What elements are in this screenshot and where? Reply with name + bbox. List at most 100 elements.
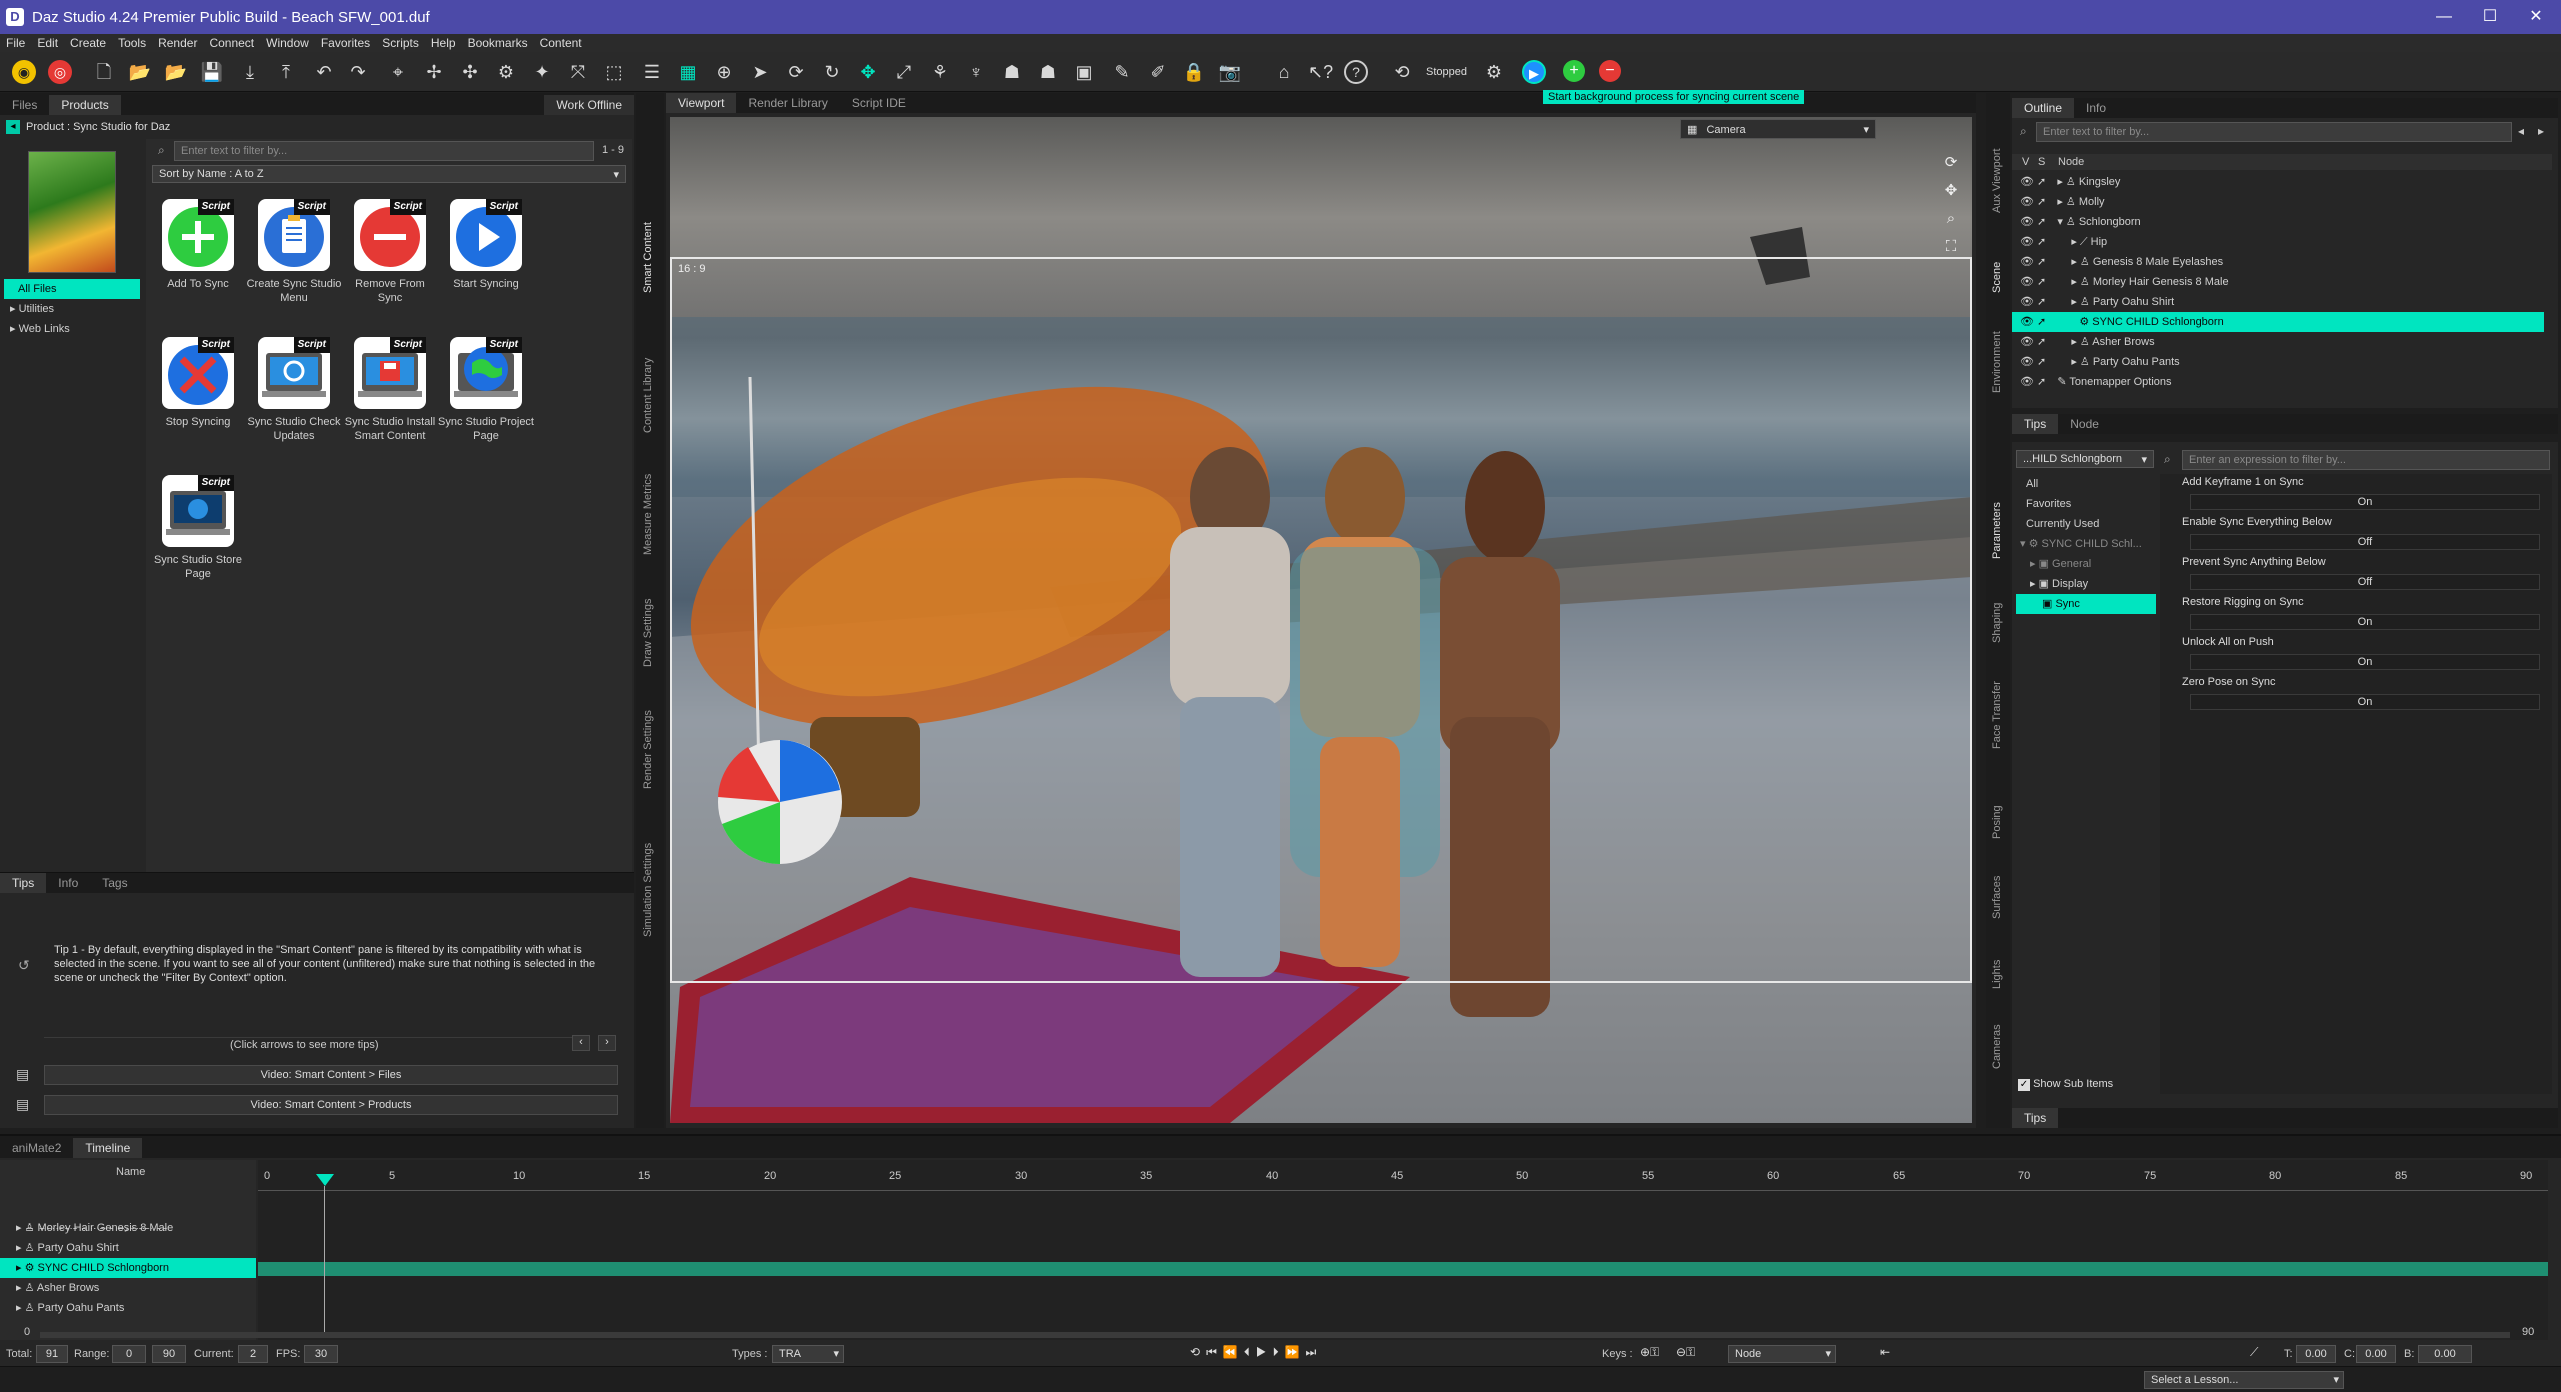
tab-tips[interactable]: Tips [0, 873, 47, 893]
daz-render-icon[interactable]: ◎ [48, 60, 72, 84]
menu-bookmarks[interactable]: Bookmarks [462, 36, 534, 50]
sync-settings-icon[interactable]: ⚙ [1482, 60, 1506, 84]
script-create-menu[interactable]: Script Create Sync Studio Menu [246, 199, 342, 305]
param-cat-display[interactable]: ▸ ▣ Display [2016, 574, 2156, 594]
outline-row[interactable]: 👁 ➚ ▸ ♙ Kingsley [2012, 172, 2544, 192]
menu-file[interactable]: File [0, 36, 31, 50]
work-offline-button[interactable]: Work Offline [544, 95, 634, 115]
add-to-sync-button[interactable]: + [1563, 60, 1585, 82]
eye-icon[interactable]: 👁 [2020, 236, 2034, 248]
side-tab-smart-content[interactable]: Smart Content [642, 133, 654, 293]
selected-track[interactable] [258, 1262, 2548, 1276]
pointer-tool-icon[interactable]: ➤ [748, 60, 772, 84]
render-settings-icon[interactable]: ▣ [1072, 60, 1096, 84]
home-icon[interactable]: ⌂ [1272, 60, 1296, 84]
group-tool-icon[interactable]: ☗ [1036, 60, 1060, 84]
next-key-icon[interactable]: ⏵ [1273, 1345, 1285, 1359]
pin-tool-icon[interactable]: ✣ [458, 60, 482, 84]
pointer-icon[interactable]: ➚ [2037, 236, 2046, 248]
maximize-button[interactable]: ☐ [2467, 0, 2513, 34]
new-scene-icon[interactable]: 🗋 [92, 60, 116, 84]
category-all-files[interactable]: All Files [4, 279, 140, 299]
param-cat-sync[interactable]: ▣ Sync [2016, 594, 2156, 614]
tab-viewport[interactable]: Viewport [666, 93, 737, 113]
side-tab-face-transfer[interactable]: Face Transfer [1991, 659, 2003, 749]
redo-icon[interactable]: ↷ [346, 60, 370, 84]
side-tab-simulation-settings[interactable]: Simulation Settings [642, 817, 654, 937]
outline-row[interactable]: 👁 ➚ ▸ ♙ Party Oahu Shirt [2012, 292, 2544, 312]
side-tab-aux-viewport[interactable]: Aux Viewport [1991, 133, 2003, 213]
show-sub-items[interactable]: ✓ Show Sub Items [2018, 1078, 2113, 1091]
outline-row[interactable]: 👁 ➚ ▾ ♙ Schlongborn [2012, 212, 2544, 232]
menu-help[interactable]: Help [425, 36, 462, 50]
tab-outline-node[interactable]: Node [2058, 414, 2111, 434]
tab-tags[interactable]: Tags [90, 873, 139, 893]
tab-outline-info[interactable]: Info [2074, 98, 2118, 118]
param-toggle[interactable]: On [2190, 494, 2540, 510]
param-unlock-all[interactable]: Unlock All on Push On [2160, 634, 2552, 674]
outline-row[interactable]: 👁 ➚ ▸ ⟋ Hip [2012, 232, 2544, 252]
collapse-icon[interactable]: ▾ [2057, 216, 2063, 228]
side-tab-content-library[interactable]: Content Library [642, 333, 654, 433]
script-remove-from-sync[interactable]: Script Remove From Sync [342, 199, 438, 305]
menu-favorites[interactable]: Favorites [315, 36, 376, 50]
tab-script-ide[interactable]: Script IDE [840, 93, 918, 113]
fps-field[interactable]: 30 [304, 1345, 338, 1363]
eye-icon[interactable]: 👁 [2020, 316, 2034, 328]
next-tip-button[interactable]: › [598, 1035, 616, 1051]
param-filter-input[interactable]: Enter an expression to filter by... [2182, 450, 2550, 470]
arrow-right-icon[interactable]: ▸ [2538, 124, 2544, 138]
step-forward-icon[interactable]: ⏩ [1285, 1345, 1306, 1359]
camera-render-icon[interactable]: 📷 [1218, 60, 1242, 84]
whats-this-icon[interactable]: ↖? [1308, 60, 1333, 84]
outline-row[interactable]: 👁 ➚ ▸ ♙ Asher Brows [2012, 332, 2544, 352]
param-restore-rigging[interactable]: Restore Rigging on Sync On [2160, 594, 2552, 634]
joint-editor-icon[interactable]: ⚙ [494, 60, 518, 84]
paint-tool-icon[interactable]: ✐ [1146, 60, 1170, 84]
video-products-button[interactable]: Video: Smart Content > Products [44, 1095, 618, 1115]
tab-files[interactable]: Files [0, 95, 49, 115]
expand-icon[interactable]: ▸ [2057, 196, 2063, 208]
param-cat-currently-used[interactable]: Currently Used [2016, 514, 2156, 534]
outline-row[interactable]: 👁 ➚ ✎ Tonemapper Options [2012, 372, 2544, 392]
list-tool-icon[interactable]: ☰ [640, 60, 664, 84]
side-tab-draw-settings[interactable]: Draw Settings [642, 577, 654, 667]
outline-row[interactable]: 👁 ➚ ▸ ♙ Party Oahu Pants [2012, 352, 2544, 372]
sort-dropdown[interactable]: Sort by Name : A to Z ▾ [152, 165, 626, 183]
lock-tool-icon[interactable]: 🔒 [1182, 60, 1206, 84]
expand-icon[interactable]: ▸ [2071, 276, 2077, 288]
playback-controls[interactable]: ⟲⏮⏪⏴▶⏵⏩⏭ [1190, 1345, 1370, 1363]
bias-field[interactable]: 0.00 [2418, 1345, 2472, 1363]
back-arrow-icon[interactable]: ◂ [6, 120, 20, 134]
tab-animate2[interactable]: aniMate2 [0, 1138, 73, 1158]
param-zero-pose[interactable]: Zero Pose on Sync On [2160, 674, 2552, 714]
tab-outline[interactable]: Outline [2012, 98, 2075, 118]
timeline-scrollbar[interactable] [40, 1332, 2510, 1338]
transform-tool-icon[interactable]: ⤧ [566, 60, 590, 84]
side-tab-posing[interactable]: Posing [1991, 769, 2003, 839]
eye-icon[interactable]: 👁 [2020, 356, 2034, 368]
menu-edit[interactable]: Edit [31, 36, 64, 50]
tab-render-library[interactable]: Render Library [736, 93, 839, 113]
orbit-icon[interactable]: ⟳ [1938, 149, 1964, 177]
timeline-row[interactable]: ▸ ♙ Party Oahu Pants [16, 1298, 256, 1318]
pointer-icon[interactable]: ➚ [2037, 376, 2046, 388]
param-prevent-sync[interactable]: Prevent Sync Anything Below Off [2160, 554, 2552, 594]
tab-info[interactable]: Info [46, 873, 90, 893]
expand-icon[interactable]: ▸ [2071, 336, 2077, 348]
param-toggle[interactable]: Off [2190, 534, 2540, 550]
start-syncing-button[interactable]: ▶ [1522, 60, 1546, 84]
region-tool-icon[interactable]: ⬚ [602, 60, 626, 84]
outline-row[interactable]: 👁 ➚ ▸ ♙ Molly [2012, 192, 2544, 212]
category-web-links[interactable]: ▸ Web Links [4, 319, 140, 339]
types-dropdown[interactable]: TRA ▾ [772, 1345, 844, 1363]
param-toggle[interactable]: On [2190, 654, 2540, 670]
pointer-icon[interactable]: ➚ [2037, 336, 2046, 348]
side-tab-surfaces[interactable]: Surfaces [1991, 849, 2003, 919]
eye-icon[interactable]: 👁 [2020, 376, 2034, 388]
side-tab-cameras[interactable]: Cameras [1991, 999, 2003, 1069]
eye-icon[interactable]: 👁 [2020, 196, 2034, 208]
undo-icon[interactable]: ↶ [312, 60, 336, 84]
tab-params-tips[interactable]: Tips [2012, 1108, 2059, 1128]
continuity-field[interactable]: 0.00 [2356, 1345, 2396, 1363]
